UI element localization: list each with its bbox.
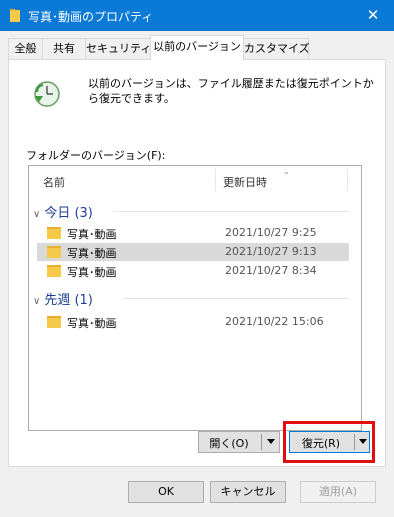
highlight-box — [283, 421, 375, 463]
ok-button[interactable]: OK — [128, 481, 204, 503]
tab-customize[interactable]: カスタマイズ — [243, 38, 310, 59]
item-name: 写真･動画 — [67, 266, 117, 279]
folder-icon — [47, 227, 61, 239]
group-label: 今日 (3) — [44, 206, 93, 221]
item-name: 写真･動画 — [67, 228, 117, 241]
dropdown-arrow-icon[interactable] — [267, 439, 275, 444]
tab-general[interactable]: 全般 — [8, 38, 43, 59]
folder-icon — [47, 316, 61, 328]
column-divider[interactable] — [215, 169, 216, 191]
column-header-date[interactable]: 更新日時 — [223, 174, 267, 190]
group-label: 先週 (1) — [44, 293, 93, 308]
chevron-down-icon: ∨ — [33, 209, 41, 220]
item-date: 2021/10/27 9:25 — [225, 226, 317, 239]
versions-list[interactable]: 名前 ⌄ 更新日時 ∨ 今日 (3) 写真･動画 2021/10/27 9:25 … — [28, 165, 362, 431]
cancel-button[interactable]: キャンセル — [210, 481, 286, 503]
item-date: 2021/10/22 15:06 — [225, 315, 324, 328]
group-header-last-week[interactable]: ∨ 先週 (1) — [33, 289, 93, 308]
group-divider — [113, 211, 349, 212]
open-split-button[interactable]: 開く(O) — [198, 431, 280, 453]
window-title: 写真･動画のプロパティ — [28, 10, 154, 24]
tab-sharing[interactable]: 共有 — [42, 38, 86, 59]
folder-icon — [10, 9, 20, 22]
item-date: 2021/10/27 8:34 — [225, 264, 317, 277]
list-item[interactable]: 写真･動画 2021/10/22 15:06 — [37, 313, 349, 331]
split-separator — [261, 434, 262, 450]
item-name: 写真･動画 — [67, 247, 117, 260]
folder-icon — [47, 265, 61, 277]
title-bar: 写真･動画のプロパティ ✕ — [0, 0, 394, 31]
apply-button[interactable]: 適用(A) — [300, 481, 376, 503]
sort-chevron-icon: ⌄ — [283, 167, 290, 176]
item-name: 写真･動画 — [67, 317, 117, 330]
versions-label: フォルダーのバージョン(F): — [26, 149, 166, 162]
tab-previous-versions[interactable]: 以前のバージョン — [150, 35, 244, 60]
clock-restore-icon — [33, 80, 61, 108]
group-header-today[interactable]: ∨ 今日 (3) — [33, 202, 93, 221]
close-button[interactable]: ✕ — [362, 5, 384, 25]
info-text: 以前のバージョンは、ファイル履歴または復元ポイントから復元できます。 — [88, 77, 374, 105]
list-item[interactable]: 写真･動画 2021/10/27 9:25 — [37, 224, 349, 242]
column-header-name[interactable]: 名前 — [43, 174, 65, 190]
group-divider — [123, 298, 349, 299]
list-item[interactable]: 写真･動画 2021/10/27 8:34 — [37, 262, 349, 280]
folder-icon — [47, 246, 61, 258]
chevron-down-icon: ∨ — [33, 296, 41, 307]
open-button[interactable]: 開く(O) — [199, 435, 259, 451]
item-date: 2021/10/27 9:13 — [225, 245, 317, 258]
list-item-selected[interactable]: 写真･動画 2021/10/27 9:13 — [37, 243, 349, 261]
tab-security[interactable]: セキュリティ — [85, 38, 152, 59]
column-divider[interactable] — [347, 169, 348, 191]
